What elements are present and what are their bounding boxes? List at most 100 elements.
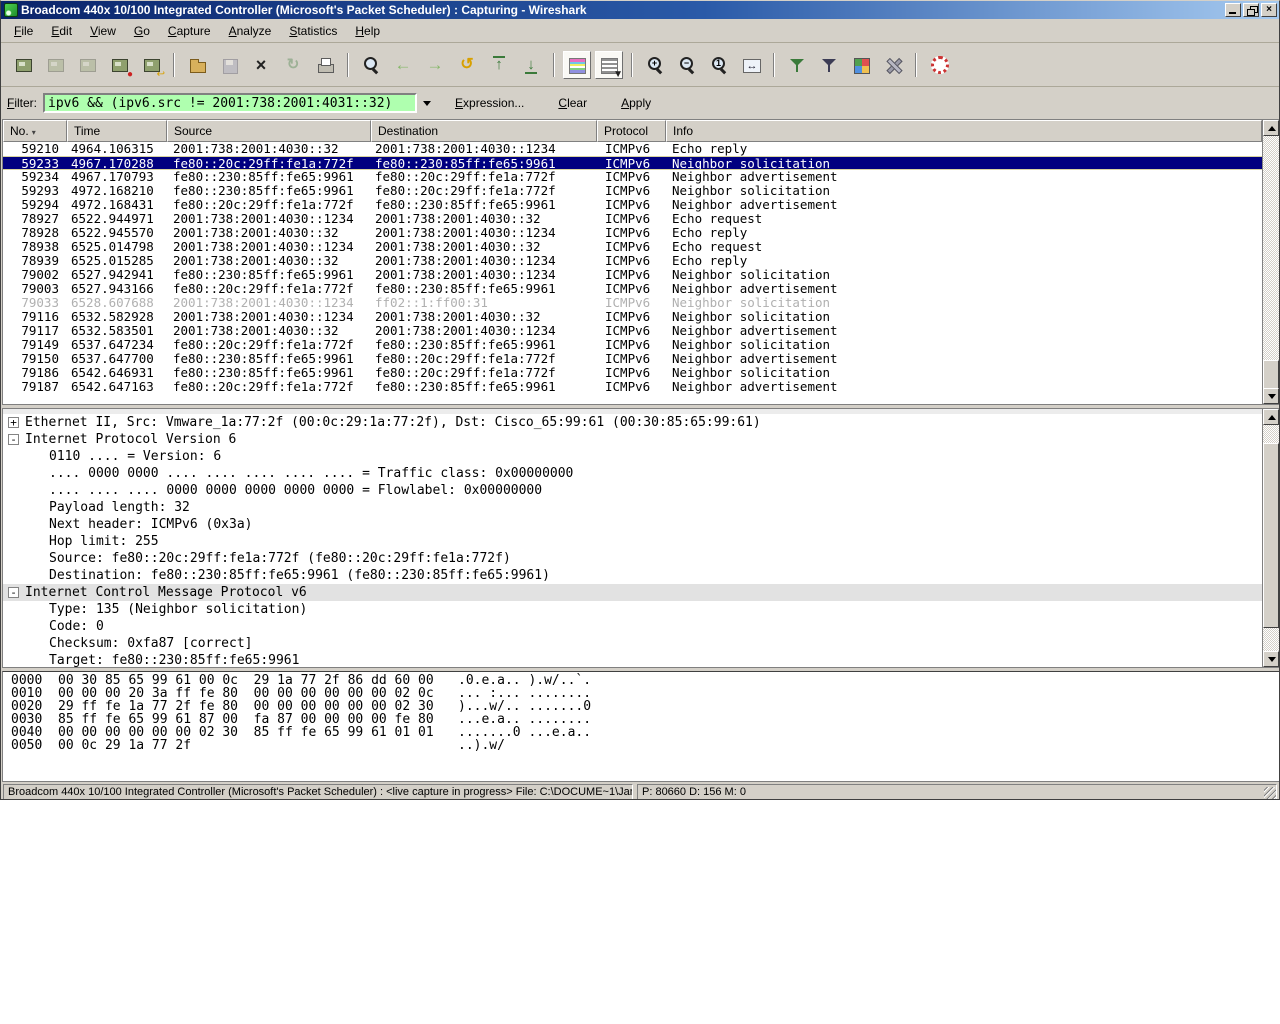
detail-row[interactable]: .... 0000 0000 .... .... .... .... .... …: [3, 465, 1262, 482]
menu-item-edit[interactable]: Edit: [42, 21, 81, 41]
close-button[interactable]: ×: [1261, 3, 1277, 17]
go-forward-button[interactable]: [421, 51, 449, 79]
close-file-button[interactable]: [247, 51, 275, 79]
detail-row[interactable]: Code: 0: [3, 618, 1262, 635]
capture-start-button[interactable]: [73, 51, 101, 79]
packet-row-59233[interactable]: 592334967.170288fe80::20c:29ff:fe1a:772f…: [3, 156, 1262, 170]
title-bar[interactable]: Broadcom 440x 10/100 Integrated Controll…: [1, 1, 1279, 19]
packet-row-79002[interactable]: 790026527.942941fe80::230:85ff:fe65:9961…: [3, 268, 1262, 282]
detail-row[interactable]: Hop limit: 255: [3, 533, 1262, 550]
zoom-100-button[interactable]: 1: [705, 51, 733, 79]
packet-row-79003[interactable]: 790036527.943166fe80::20c:29ff:fe1a:772f…: [3, 282, 1262, 296]
packet-row-59294[interactable]: 592944972.168431fe80::20c:29ff:fe1a:772f…: [3, 198, 1262, 212]
minimize-button[interactable]: [1225, 3, 1241, 17]
detail-row[interactable]: -Internet Protocol Version 6: [3, 431, 1262, 448]
scroll-up-icon[interactable]: [1263, 409, 1279, 425]
menu-item-go[interactable]: Go: [125, 21, 159, 41]
hex-row-0050[interactable]: 005000 0c 29 1a 77 2f..).w/: [11, 739, 1279, 752]
save-as-button[interactable]: [215, 51, 243, 79]
packet-row-79150[interactable]: 791506537.647700fe80::230:85ff:fe65:9961…: [3, 352, 1262, 366]
colorize-toggle-button[interactable]: [563, 51, 591, 79]
packet-row-59293[interactable]: 592934972.168210fe80::230:85ff:fe65:9961…: [3, 184, 1262, 198]
detail-row[interactable]: Destination: fe80::230:85ff:fe65:9961 (f…: [3, 567, 1262, 584]
clear-button[interactable]: Clear: [554, 94, 591, 112]
detail-row[interactable]: -Internet Control Message Protocol v6: [3, 584, 1262, 601]
column-header-source[interactable]: Source: [167, 120, 371, 142]
capture-restart-button[interactable]: ↩: [137, 51, 165, 79]
packet-row-78927[interactable]: 789276522.9449712001:738:2001:4030::1234…: [3, 212, 1262, 226]
go-back-button[interactable]: [389, 51, 417, 79]
display-filters-button[interactable]: [815, 51, 843, 79]
coloring-rules-button[interactable]: [847, 51, 875, 79]
open-file-button[interactable]: [183, 51, 211, 79]
expand-icon[interactable]: +: [8, 417, 19, 428]
detail-row[interactable]: 0110 .... = Version: 6: [3, 448, 1262, 465]
restore-button[interactable]: [1243, 3, 1259, 17]
packet-row-79187[interactable]: 791876542.647163fe80::20c:29ff:fe1a:772f…: [3, 380, 1262, 394]
go-first-button[interactable]: [485, 51, 513, 79]
packet-row-78939[interactable]: 789396525.0152852001:738:2001:4030::3220…: [3, 254, 1262, 268]
column-header-destination[interactable]: Destination: [371, 120, 597, 142]
detail-text: Type: 135 (Neighbor solicitation): [49, 601, 307, 618]
detail-row[interactable]: .... .... .... 0000 0000 0000 0000 0000 …: [3, 482, 1262, 499]
cell-info: Neighbor advertisement: [666, 352, 1262, 366]
detail-row[interactable]: Source: fe80::20c:29ff:fe1a:772f (fe80::…: [3, 550, 1262, 567]
reload-button[interactable]: [279, 51, 307, 79]
collapse-icon[interactable]: -: [8, 434, 19, 445]
resize-columns-button[interactable]: [737, 51, 765, 79]
menu-item-statistics[interactable]: Statistics: [280, 21, 346, 41]
detail-row[interactable]: Payload length: 32: [3, 499, 1262, 516]
detail-row[interactable]: +Ethernet II, Src: Vmware_1a:77:2f (00:0…: [3, 414, 1262, 431]
menu-item-view[interactable]: View: [81, 21, 125, 41]
hex-row-0040[interactable]: 004000 00 00 00 00 00 02 30 85 ff fe 65 …: [11, 726, 1279, 739]
scroll-down-icon[interactable]: [1263, 388, 1279, 404]
capture-options-button[interactable]: [41, 51, 69, 79]
details-scrollbar[interactable]: [1262, 409, 1279, 667]
packet-row-79117[interactable]: 791176532.5835012001:738:2001:4030::3220…: [3, 324, 1262, 338]
packet-row-79149[interactable]: 791496537.647234fe80::20c:29ff:fe1a:772f…: [3, 338, 1262, 352]
packet-row-59210[interactable]: 592104964.1063152001:738:2001:4030::3220…: [3, 142, 1262, 156]
menu-item-help[interactable]: Help: [346, 21, 389, 41]
detail-row[interactable]: Type: 135 (Neighbor solicitation): [3, 601, 1262, 618]
go-last-button[interactable]: [517, 51, 545, 79]
resize-grip[interactable]: [1264, 787, 1276, 799]
packet-row-79186[interactable]: 791866542.646931fe80::230:85ff:fe65:9961…: [3, 366, 1262, 380]
zoom-in-button[interactable]: +: [641, 51, 669, 79]
packet-row-78928[interactable]: 789286522.9455702001:738:2001:4030::3220…: [3, 226, 1262, 240]
print-button[interactable]: [311, 51, 339, 79]
packet-row-78938[interactable]: 789386525.0147982001:738:2001:4030::1234…: [3, 240, 1262, 254]
menu-item-analyze[interactable]: Analyze: [220, 21, 281, 41]
scroll-down-icon[interactable]: [1263, 651, 1279, 667]
column-header-info[interactable]: Info: [666, 120, 1262, 142]
details-scroll-thumb[interactable]: [1263, 443, 1279, 628]
column-header-no[interactable]: No.▾: [3, 120, 67, 142]
apply-button[interactable]: Apply: [617, 94, 655, 112]
packet-row-79033[interactable]: 790336528.6076882001:738:2001:4030::1234…: [3, 296, 1262, 310]
collapse-icon[interactable]: -: [8, 587, 19, 598]
scroll-up-icon[interactable]: [1263, 120, 1279, 136]
detail-row[interactable]: Target: fe80::230:85ff:fe65:9961: [3, 652, 1262, 667]
list-interfaces-button[interactable]: [9, 51, 37, 79]
filter-input[interactable]: [43, 93, 417, 113]
capture-stop-button[interactable]: ●: [105, 51, 133, 79]
packet-list-scrollbar[interactable]: [1262, 120, 1279, 404]
menu-item-file[interactable]: File: [5, 21, 42, 41]
packet-row-79116[interactable]: 791166532.5829282001:738:2001:4030::1234…: [3, 310, 1262, 324]
packet-list-scroll-thumb[interactable]: [1263, 360, 1279, 390]
preferences-button[interactable]: [879, 51, 907, 79]
expression-button[interactable]: Expression...: [451, 94, 528, 112]
capture-filters-button[interactable]: [783, 51, 811, 79]
cell-src: fe80::20c:29ff:fe1a:772f: [167, 338, 371, 352]
detail-row[interactable]: Next header: ICMPv6 (0x3a): [3, 516, 1262, 533]
goto-packet-button[interactable]: [453, 51, 481, 79]
filter-dropdown-button[interactable]: [419, 95, 435, 111]
detail-row[interactable]: Checksum: 0xfa87 [correct]: [3, 635, 1262, 652]
column-header-protocol[interactable]: Protocol: [597, 120, 666, 142]
menu-item-capture[interactable]: Capture: [159, 21, 220, 41]
column-header-time[interactable]: Time: [67, 120, 167, 142]
packet-row-59234[interactable]: 592344967.170793fe80::230:85ff:fe65:9961…: [3, 170, 1262, 184]
autoscroll-toggle-button[interactable]: ▼: [595, 51, 623, 79]
help-button[interactable]: [925, 51, 953, 79]
find-packet-button[interactable]: [357, 51, 385, 79]
zoom-out-button[interactable]: −: [673, 51, 701, 79]
